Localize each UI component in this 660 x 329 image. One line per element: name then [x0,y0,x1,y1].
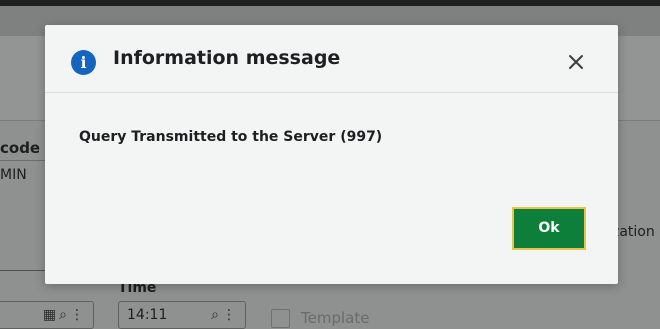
time-input[interactable]: 14:11 ⌕⋮ [118,301,246,329]
template-checkbox[interactable] [271,309,290,328]
dialog-title: Information message [113,47,341,69]
more-icon[interactable]: ⋮ [222,307,239,323]
search-icon[interactable]: ⌕ [211,307,222,323]
date-input-icons: ▦⌕⋮ [43,307,87,323]
code-field-underline [0,270,45,271]
close-icon [569,55,583,69]
close-button[interactable] [563,49,589,75]
calendar-icon[interactable]: ▦ [43,307,59,323]
time-input-value: 14:11 [127,307,168,323]
code-field-value[interactable]: MIN [0,167,27,183]
dialog-header: i Information message [45,25,618,93]
date-input[interactable]: ▦⌕⋮ [0,301,94,329]
more-icon[interactable]: ⋮ [70,307,87,323]
dialog-message: Query Transmitted to the Server (997) [79,129,383,145]
partial-right-label: zation [612,224,655,240]
template-label: Template [301,309,370,327]
search-icon[interactable]: ⌕ [59,307,70,323]
info-icon: i [71,50,96,75]
info-icon-glyph: i [80,53,87,72]
code-field-divider [0,160,45,161]
information-dialog: i Information message Query Transmitted … [45,25,618,284]
ok-button[interactable]: Ok [512,207,586,250]
time-input-icons: ⌕⋮ [211,307,239,323]
